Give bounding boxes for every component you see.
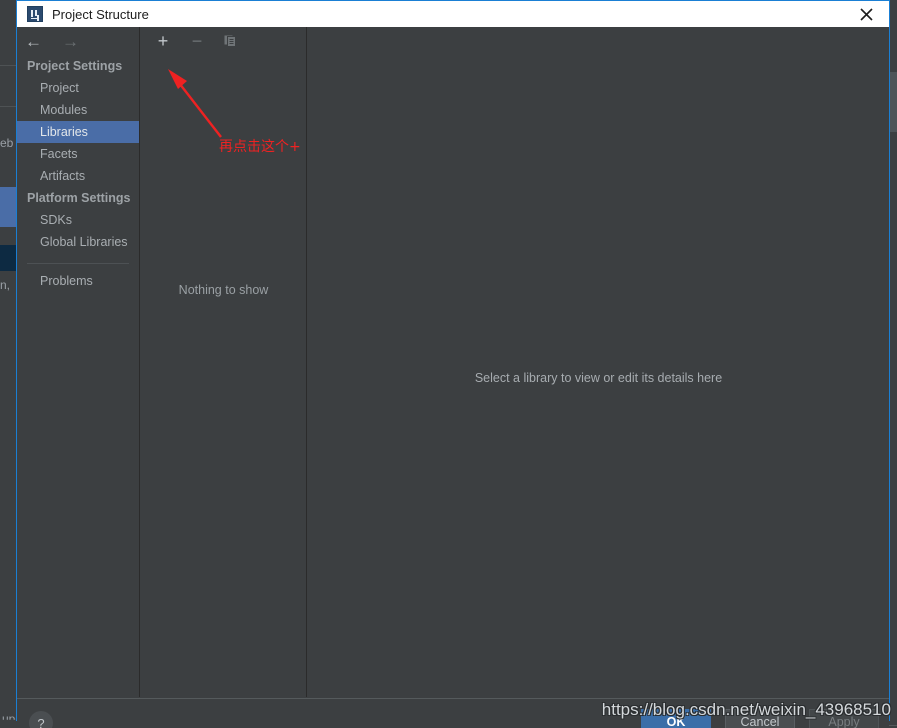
- sidebar-item-project[interactable]: Project: [17, 77, 139, 99]
- remove-icon[interactable]: −: [189, 32, 205, 50]
- intellij-idea-icon: [27, 6, 43, 22]
- settings-sidebar: ← → Project Settings Project Modules Lib…: [17, 27, 140, 697]
- forward-arrow-icon[interactable]: →: [62, 33, 79, 50]
- copy-icon[interactable]: [223, 33, 239, 49]
- ide-background-fragment: eb: [0, 136, 14, 150]
- close-icon[interactable]: [843, 1, 889, 27]
- screen: eb n, update (4 minutes ago) Project Str…: [0, 0, 897, 728]
- sidebar-item-sdks[interactable]: SDKs: [17, 209, 139, 231]
- sidebar-item-global-libraries[interactable]: Global Libraries: [17, 231, 139, 253]
- sidebar-item-facets[interactable]: Facets: [17, 143, 139, 165]
- dialog-body: ← → Project Settings Project Modules Lib…: [17, 27, 889, 728]
- back-arrow-icon[interactable]: ←: [25, 33, 42, 50]
- dialog-titlebar: Project Structure: [17, 1, 889, 27]
- help-button[interactable]: ?: [29, 711, 53, 728]
- ide-background-highlight: [0, 245, 16, 271]
- project-structure-dialog: Project Structure ← → Project Settings P…: [16, 0, 890, 728]
- libraries-list-panel: + − Nothing to show: [141, 27, 307, 697]
- sidebar-divider: [27, 263, 129, 264]
- add-icon[interactable]: +: [155, 32, 171, 50]
- empty-list-message: Nothing to show: [178, 283, 269, 297]
- ide-background-selection: [0, 187, 16, 227]
- ide-background-fragment: n,: [0, 278, 11, 292]
- sidebar-group-project-settings: Project Settings: [27, 59, 123, 73]
- detail-placeholder-message: Select a library to view or edit its det…: [474, 371, 723, 385]
- dialog-title: Project Structure: [52, 6, 149, 22]
- sidebar-item-problems[interactable]: Problems: [17, 270, 139, 292]
- ide-background-divider: [888, 725, 897, 726]
- ide-background-left-sliver: eb n,: [0, 20, 16, 728]
- watermark-text: https://blog.csdn.net/weixin_43968510: [601, 700, 891, 719]
- libraries-toolbar: + −: [141, 27, 306, 55]
- sidebar-item-modules[interactable]: Modules: [17, 99, 139, 121]
- sidebar-navigation: ← →: [17, 27, 139, 55]
- library-detail-panel: Select a library to view or edit its det…: [308, 27, 889, 697]
- sidebar-item-libraries[interactable]: Libraries: [17, 121, 139, 143]
- sidebar-group-platform-settings: Platform Settings: [27, 191, 131, 205]
- sidebar-item-artifacts[interactable]: Artifacts: [17, 165, 139, 187]
